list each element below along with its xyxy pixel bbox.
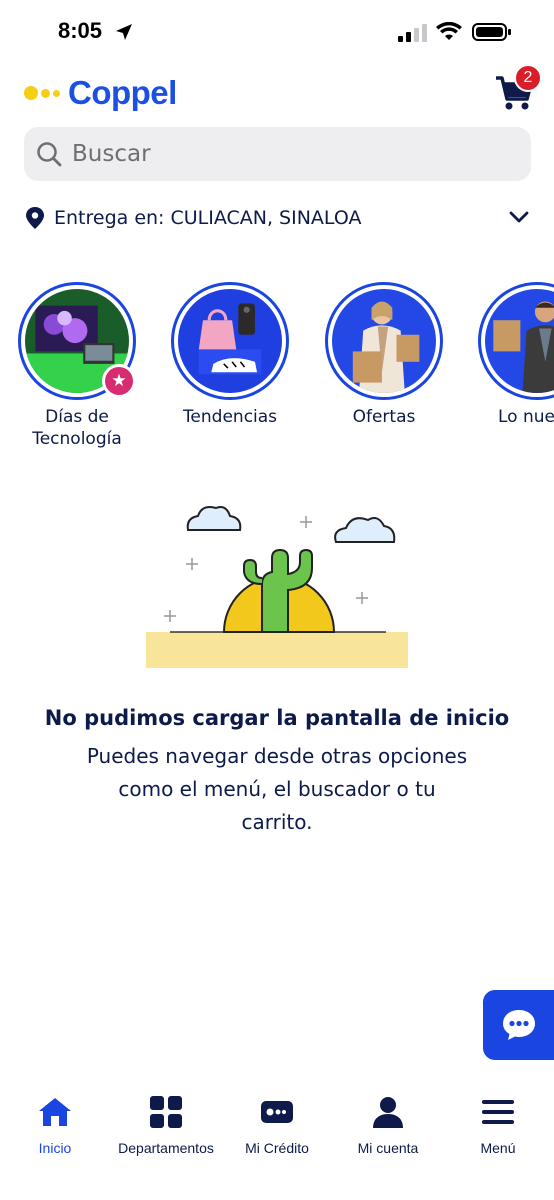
category-carousel[interactable]: ★ Días de Tecnología Tendencias Ofertas … [0,282,554,462]
header: Coppel 2 [0,64,554,122]
delivery-location-selector[interactable]: Entrega en: CULIACAN, SINALOA [24,198,534,238]
shopper-image [332,289,436,393]
logo-text: Coppel [68,74,177,111]
chevron-down-icon [509,211,529,223]
cart-count-badge: 2 [514,64,542,92]
status-time: 8:05 [58,18,103,43]
nav-label: Inicio [38,1140,72,1156]
empty-state-illustration [146,506,408,668]
bottom-navigation: Inicio Departamentos Mi Crédito Mi cuent… [0,1080,554,1200]
category-lo-nuevo[interactable]: Lo nue [478,282,554,428]
star-badge-icon: ★ [102,364,136,398]
nav-label: Mi Crédito [245,1140,309,1156]
home-icon [39,1098,71,1126]
nav-label: Mi cuenta [357,1140,419,1156]
nav-label: Menú [480,1140,516,1156]
error-description: Puedes navegar desde otras opciones como… [86,744,468,834]
new-image [485,289,554,393]
nav-mi-cuenta[interactable]: Mi cuenta [333,1094,443,1156]
chat-button[interactable] [483,990,554,1060]
bag-image [178,289,282,393]
search-bar[interactable] [24,127,531,181]
battery-icon [472,23,511,41]
logo-dots-icon [24,86,60,100]
category-label: Días de [45,407,109,427]
category-label: Tendencias [182,407,278,427]
credit-card-icon [261,1101,293,1123]
nav-label: Departamentos [118,1140,214,1156]
user-icon [373,1097,403,1128]
nav-menu[interactable]: Menú [443,1094,553,1156]
nav-inicio[interactable]: Inicio [0,1094,110,1156]
chat-bubble-icon [502,1010,535,1040]
delivery-label: Entrega en: [54,207,165,229]
nav-departamentos[interactable]: Departamentos [111,1094,221,1156]
location-pin-icon [26,207,44,229]
error-title: No pudimos cargar la pantalla de inicio [44,706,510,730]
category-label: Lo nue [498,407,554,427]
search-icon [37,142,62,167]
wifi-icon [436,22,462,40]
category-ofertas[interactable]: Ofertas [325,282,443,428]
coppel-logo[interactable]: Coppel [24,74,177,112]
category-tendencias[interactable]: Tendencias [171,282,289,428]
cellular-signal-icon [398,24,427,42]
category-label: Ofertas [352,407,416,427]
status-bar: 8:05 [0,0,554,64]
delivery-city: CULIACAN, SINALOA [170,207,362,229]
grid-icon [150,1096,182,1128]
category-dias-de-tecnologia[interactable]: ★ Días de Tecnología [18,282,136,450]
hamburger-icon [482,1100,514,1124]
location-arrow-icon [116,24,132,40]
nav-mi-credito[interactable]: Mi Crédito [222,1094,332,1156]
search-input[interactable] [72,141,492,167]
category-label: Tecnología [32,429,122,449]
